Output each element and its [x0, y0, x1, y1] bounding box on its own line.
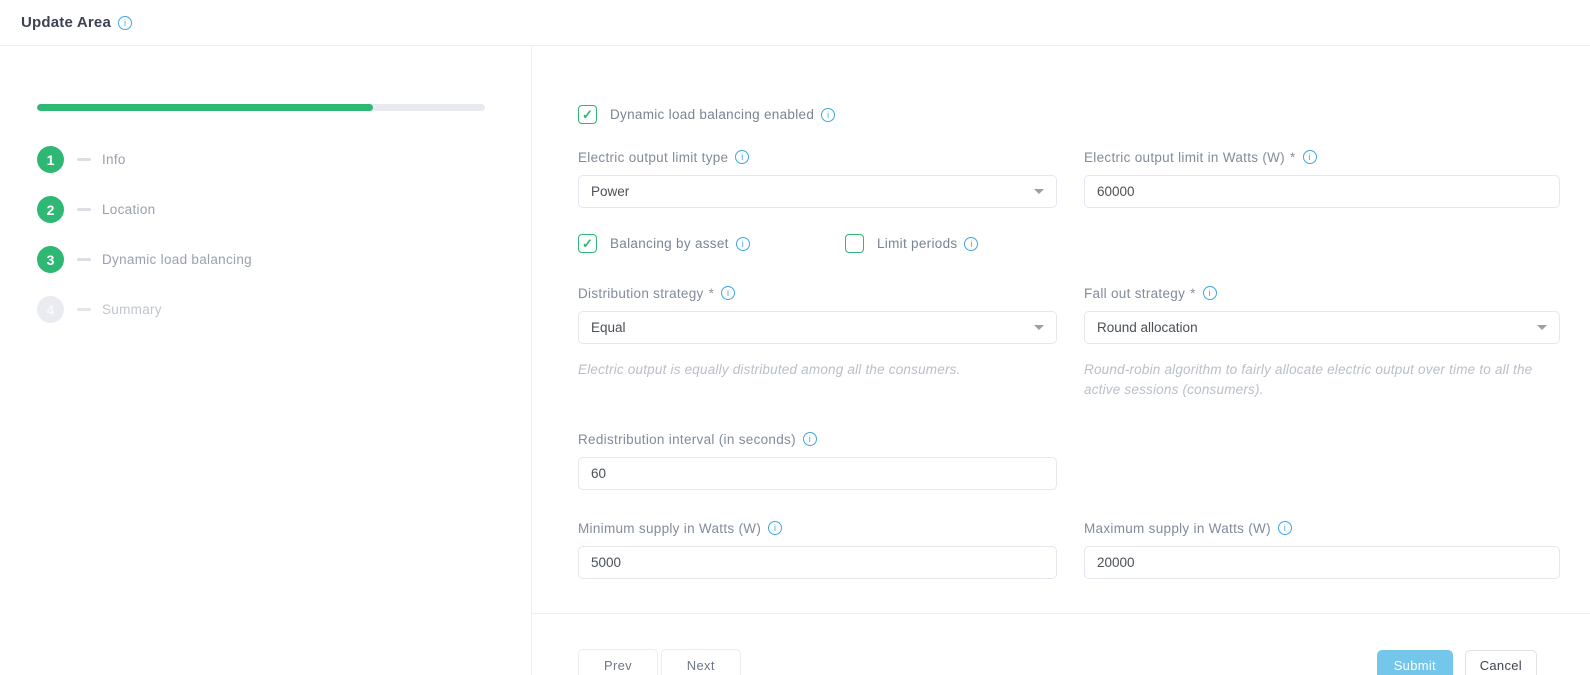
next-button[interactable]: Next — [661, 649, 741, 675]
field-label: Electric output limit type — [578, 147, 1057, 167]
submit-button[interactable]: Submit — [1377, 650, 1453, 675]
info-icon[interactable] — [721, 286, 735, 300]
field-fall-out-strategy: Fall out strategy * Round allocation Rou… — [1084, 283, 1560, 399]
page-title: Update Area — [21, 14, 111, 31]
step-label: Info — [102, 152, 126, 167]
step-label: Location — [102, 202, 155, 217]
dlb-enabled-checkbox[interactable]: ✓ — [578, 105, 597, 124]
info-icon[interactable] — [735, 150, 749, 164]
field-electric-output-limit-type: Electric output limit type Power — [578, 147, 1057, 208]
fall-out-strategy-hint: Round-robin algorithm to fairly allocate… — [1084, 360, 1560, 399]
electric-output-limit-watts-input[interactable] — [1084, 175, 1560, 208]
field-label: Maximum supply in Watts (W) — [1084, 518, 1560, 538]
field-electric-output-limit-watts: Electric output limit in Watts (W) * — [1084, 147, 1560, 208]
field-label: Minimum supply in Watts (W) — [578, 518, 1057, 538]
form-footer: Prev Next Submit Cancel — [532, 614, 1590, 675]
wizard-sidebar: 1 Info 2 Location 3 Dynamic load balanci… — [0, 46, 532, 675]
distribution-strategy-hint: Electric output is equally distributed a… — [578, 360, 1057, 380]
info-icon[interactable] — [768, 521, 782, 535]
step-number: 1 — [37, 146, 64, 173]
info-icon[interactable] — [821, 108, 835, 122]
minimum-supply-input[interactable] — [578, 546, 1057, 579]
check-icon: ✓ — [582, 237, 593, 250]
select-value: Equal — [591, 320, 626, 335]
step-nav-buttons: Prev Next — [578, 649, 741, 675]
field-distribution-strategy: Distribution strategy * Equal Electric o… — [578, 283, 1057, 399]
info-icon[interactable] — [1278, 521, 1292, 535]
balancing-by-asset-label: Balancing by asset — [610, 236, 729, 251]
info-icon[interactable] — [1203, 286, 1217, 300]
field-maximum-supply: Maximum supply in Watts (W) — [1084, 518, 1560, 579]
field-label: Electric output limit in Watts (W) * — [1084, 147, 1560, 167]
wizard-progress-bar — [37, 104, 485, 111]
step-dynamic-load-balancing[interactable]: 3 Dynamic load balancing — [37, 246, 531, 273]
info-icon[interactable] — [1303, 150, 1317, 164]
electric-output-limit-type-select[interactable]: Power — [578, 175, 1057, 208]
action-buttons: Submit Cancel — [1377, 650, 1537, 675]
field-redistribution-interval: Redistribution interval (in seconds) — [578, 429, 1057, 490]
chevron-down-icon — [1537, 325, 1547, 330]
form-panel: ✓ Dynamic load balancing enabled Electri… — [532, 46, 1590, 675]
info-icon[interactable] — [736, 237, 750, 251]
info-icon[interactable] — [964, 237, 978, 251]
step-dash — [77, 208, 91, 211]
cancel-button[interactable]: Cancel — [1465, 650, 1537, 675]
limit-periods-label: Limit periods — [877, 236, 957, 251]
balancing-by-asset-checkbox[interactable]: ✓ — [578, 234, 597, 253]
step-dash — [77, 308, 91, 311]
distribution-strategy-select[interactable]: Equal — [578, 311, 1057, 344]
field-label: Redistribution interval (in seconds) — [578, 429, 1057, 449]
step-summary[interactable]: 4 Summary — [37, 296, 531, 323]
field-label: Fall out strategy * — [1084, 283, 1560, 303]
chevron-down-icon — [1034, 189, 1044, 194]
redistribution-interval-input[interactable] — [578, 457, 1057, 490]
select-value: Power — [591, 184, 629, 199]
wizard-steps: 1 Info 2 Location 3 Dynamic load balanci… — [37, 146, 531, 323]
step-label: Dynamic load balancing — [102, 252, 252, 267]
step-dash — [77, 158, 91, 161]
info-icon[interactable] — [803, 432, 817, 446]
prev-button[interactable]: Prev — [578, 649, 658, 675]
page-header: Update Area — [0, 0, 1590, 46]
checkbox-row-balancing-by-asset: ✓ Balancing by asset — [578, 234, 845, 253]
chevron-down-icon — [1034, 325, 1044, 330]
wizard-progress-fill — [37, 104, 373, 111]
checkbox-row-limit-periods: ✓ Limit periods — [845, 234, 978, 253]
step-number: 3 — [37, 246, 64, 273]
step-number: 2 — [37, 196, 64, 223]
maximum-supply-input[interactable] — [1084, 546, 1560, 579]
step-info[interactable]: 1 Info — [37, 146, 531, 173]
limit-periods-checkbox[interactable]: ✓ — [845, 234, 864, 253]
checkbox-row-dlb-enabled: ✓ Dynamic load balancing enabled — [578, 105, 1560, 124]
select-value: Round allocation — [1097, 320, 1198, 335]
step-location[interactable]: 2 Location — [37, 196, 531, 223]
fall-out-strategy-select[interactable]: Round allocation — [1084, 311, 1560, 344]
step-dash — [77, 258, 91, 261]
info-icon[interactable] — [118, 16, 132, 30]
required-asterisk: * — [1290, 150, 1296, 165]
step-label: Summary — [102, 302, 162, 317]
field-minimum-supply: Minimum supply in Watts (W) — [578, 518, 1057, 579]
required-asterisk: * — [1190, 286, 1196, 301]
required-asterisk: * — [709, 286, 715, 301]
dlb-enabled-label: Dynamic load balancing enabled — [610, 107, 814, 122]
check-icon: ✓ — [582, 108, 593, 121]
step-number: 4 — [37, 296, 64, 323]
field-label: Distribution strategy * — [578, 283, 1057, 303]
